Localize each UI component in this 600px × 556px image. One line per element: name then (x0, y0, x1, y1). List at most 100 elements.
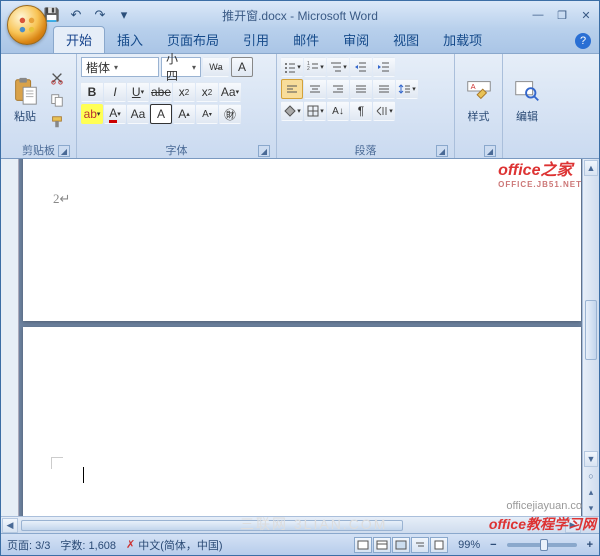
tab-pagelayout[interactable]: 页面布局 (155, 27, 231, 53)
italic-button[interactable]: I (104, 82, 126, 102)
font-name-combo[interactable]: 楷体▾ (81, 57, 159, 77)
tab-review[interactable]: 审阅 (331, 27, 381, 53)
scroll-left-button[interactable]: ◀ (2, 518, 18, 533)
vertical-ruler[interactable] (1, 159, 19, 516)
scroll-track[interactable] (583, 177, 599, 450)
document-viewport[interactable]: 2↵ (19, 159, 582, 516)
svg-text:A: A (470, 82, 475, 91)
asian-layout-button[interactable]: ▾ (373, 101, 395, 121)
zoom-slider[interactable] (507, 543, 577, 547)
phonetic-guide-button[interactable]: A (231, 57, 253, 77)
tab-insert[interactable]: 插入 (105, 27, 155, 53)
window-controls: — ❐ ✕ (529, 8, 595, 22)
font-color-button[interactable]: A▾ (104, 104, 126, 124)
text-cursor (83, 467, 84, 483)
grow-font-button[interactable]: A▴ (173, 104, 195, 124)
tab-mailings[interactable]: 邮件 (281, 27, 331, 53)
zoom-knob[interactable] (540, 539, 548, 551)
vertical-scrollbar[interactable]: ▲ ▼ ○ ▴ ▾ (582, 159, 599, 516)
cut-button[interactable] (47, 68, 67, 88)
highlight-button[interactable]: ab▾ (81, 104, 103, 124)
tab-home[interactable]: 开始 (53, 26, 105, 53)
ribbon-tabs: 开始 插入 页面布局 引用 邮件 审阅 视图 加载项 ? (1, 29, 599, 53)
page-prev[interactable]: 2↵ (23, 159, 581, 321)
strikethrough-button[interactable]: abe (150, 82, 172, 102)
group-editing: 编辑 (503, 54, 551, 158)
paste-icon (10, 76, 40, 106)
justify-button[interactable] (350, 79, 372, 99)
restore-button[interactable]: ❐ (553, 8, 571, 22)
zoom-level[interactable]: 99% (458, 539, 480, 551)
page-current[interactable] (23, 327, 581, 516)
help-icon[interactable]: ? (575, 33, 591, 49)
scroll-right-button[interactable]: ▶ (565, 518, 581, 533)
subscript-button[interactable]: x2 (173, 82, 195, 102)
undo-button[interactable]: ↶ (65, 4, 87, 26)
scroll-thumb[interactable] (585, 300, 597, 360)
increase-indent-button[interactable] (373, 57, 395, 77)
bold-button[interactable]: B (81, 82, 103, 102)
scroll-up-button[interactable]: ▲ (584, 160, 598, 176)
clear-formatting-button[interactable]: W̶a (203, 57, 229, 77)
align-center-button[interactable] (304, 79, 326, 99)
redo-button[interactable]: ↷ (89, 4, 111, 26)
paste-button[interactable]: 粘贴 (5, 57, 45, 142)
zoom-out-button[interactable]: − (490, 539, 496, 551)
char-border-button[interactable]: A (150, 104, 172, 124)
view-draft[interactable] (430, 537, 448, 553)
tab-references[interactable]: 引用 (231, 27, 281, 53)
tab-addins[interactable]: 加载项 (431, 27, 494, 53)
group-font: 楷体▾ 小四▾ W̶a A B I U▾ abe x2 x2 Aa▾ ab▾ A… (77, 54, 277, 158)
zoom-in-button[interactable]: + (587, 539, 593, 551)
office-button[interactable] (7, 5, 47, 45)
paragraph-launcher[interactable]: ◢ (436, 145, 448, 157)
multilevel-list-button[interactable]: ▾ (327, 57, 349, 77)
styles-launcher[interactable]: ◢ (484, 145, 496, 157)
change-case-button[interactable]: Aa▾ (219, 82, 241, 102)
bullets-button[interactable]: ▾ (281, 57, 303, 77)
view-print-layout[interactable] (354, 537, 372, 553)
sort-button[interactable]: A↓ (327, 101, 349, 121)
shrink-font-button[interactable]: A▾ (196, 104, 218, 124)
line-spacing-button[interactable]: ▾ (396, 79, 418, 99)
prev-page-button[interactable]: ▴ (583, 484, 599, 500)
minimize-button[interactable]: — (529, 8, 547, 22)
clipboard-group-label: 剪贴板◢ (5, 142, 72, 158)
view-fullscreen[interactable] (373, 537, 391, 553)
status-words[interactable]: 字数: 1,608 (60, 537, 116, 553)
clipboard-launcher[interactable]: ◢ (58, 145, 70, 157)
svg-text:2: 2 (307, 66, 310, 72)
next-page-button[interactable]: ▾ (583, 500, 599, 516)
qat-customize[interactable]: ▾ (113, 4, 135, 26)
underline-button[interactable]: U▾ (127, 82, 149, 102)
font-size-combo[interactable]: 小四▾ (161, 57, 201, 77)
copy-button[interactable] (47, 90, 67, 110)
editing-button[interactable]: 编辑 (507, 57, 547, 142)
close-button[interactable]: ✕ (577, 8, 595, 22)
font-launcher[interactable]: ◢ (258, 145, 270, 157)
distributed-button[interactable] (373, 79, 395, 99)
superscript-button[interactable]: x2 (196, 82, 218, 102)
styles-button[interactable]: A 样式 (459, 57, 498, 142)
shading-button[interactable]: ▾ (281, 101, 303, 121)
view-outline[interactable] (411, 537, 429, 553)
align-right-button[interactable] (327, 79, 349, 99)
tab-view[interactable]: 视图 (381, 27, 431, 53)
decrease-indent-button[interactable] (350, 57, 372, 77)
browse-select-button[interactable]: ○ (583, 468, 599, 484)
status-language[interactable]: ✗ 中文(简体，中国) (126, 537, 223, 553)
enclose-char-button[interactable]: ㊖ (219, 104, 241, 124)
status-page[interactable]: 页面: 3/3 (7, 537, 50, 553)
align-left-button[interactable] (281, 79, 303, 99)
find-icon (512, 76, 542, 106)
scroll-h-thumb[interactable] (21, 520, 403, 531)
borders-button[interactable]: ▾ (304, 101, 326, 121)
numbering-button[interactable]: 12▾ (304, 57, 326, 77)
scroll-down-button[interactable]: ▼ (584, 451, 598, 467)
view-web[interactable] (392, 537, 410, 553)
group-paragraph: ▾ 12▾ ▾ ▾ ▾ ▾ A↓ (277, 54, 455, 158)
char-shading-button[interactable]: Aa (127, 104, 149, 124)
show-marks-button[interactable]: ¶ (350, 101, 372, 121)
format-painter-button[interactable] (47, 112, 67, 132)
horizontal-scrollbar[interactable]: ◀ ▶ (1, 516, 599, 533)
